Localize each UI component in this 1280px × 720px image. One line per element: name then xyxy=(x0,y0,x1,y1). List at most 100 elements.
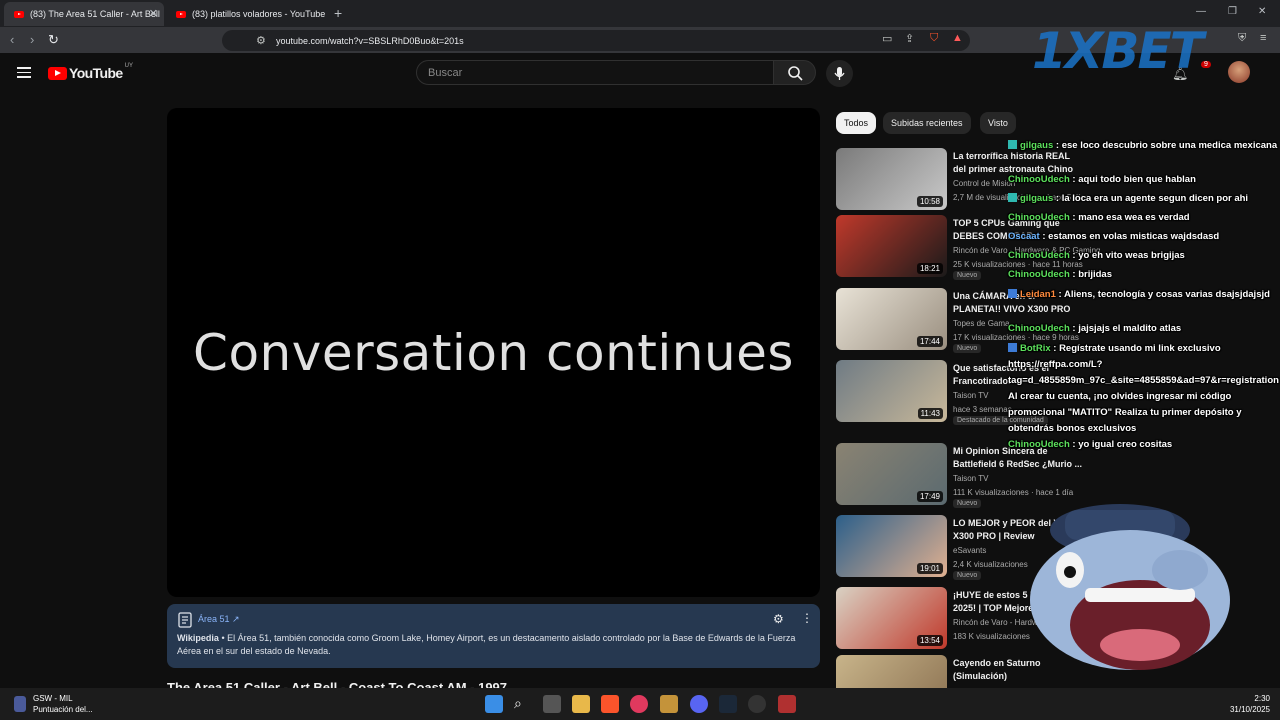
chat-message: Leidan1 : Aliens, tecnología y cosas var… xyxy=(1008,287,1270,303)
chat-text: : la loca era un agente segun dicen por … xyxy=(1053,193,1249,204)
search-input[interactable]: Buscar xyxy=(416,60,774,85)
video-thumbnail[interactable]: 13:54 xyxy=(836,587,947,649)
video-thumbnail[interactable]: 11:43 xyxy=(836,360,947,422)
chat-text: : estamos en volas misticas wajdsdasd xyxy=(1039,231,1220,242)
chat-message: ChinooUdech : jajsjajs el maldito atlas xyxy=(1008,321,1181,337)
tab-area-51-caller[interactable]: (83) The Area 51 Caller - Art Bell ✕ xyxy=(4,2,164,26)
vpn-icon[interactable]: ⛨ xyxy=(1238,32,1246,45)
brave-browser-icon[interactable] xyxy=(601,695,619,713)
taskbar-search-icon[interactable]: ⌕ xyxy=(514,695,522,712)
document-icon xyxy=(178,612,192,628)
system-clock[interactable]: 2:30 31/10/2025 xyxy=(1230,693,1270,715)
chat-message: ChinooUdech : yo eh vito weas brigijas xyxy=(1008,248,1185,264)
discord-icon[interactable] xyxy=(690,695,708,713)
tab-label: (83) platillos voladores - YouTube xyxy=(192,9,326,19)
chat-username[interactable]: gilgaus xyxy=(1020,140,1053,151)
cast-icon[interactable]: ▭ xyxy=(882,32,892,45)
steam-icon[interactable] xyxy=(719,695,737,713)
status-badge: Nuevo xyxy=(953,571,982,580)
chat-username[interactable]: ChinooUdech xyxy=(1008,250,1070,261)
channel-name[interactable]: Taison TV xyxy=(953,391,988,400)
close-window-icon[interactable]: ✕ xyxy=(1258,6,1266,17)
chat-text: : yo igual creo cositas xyxy=(1069,439,1173,450)
feedback-icon[interactable]: ⚙ xyxy=(773,612,784,626)
chat-badge-icon xyxy=(1008,193,1017,202)
file-explorer-icon[interactable] xyxy=(572,695,590,713)
settings-icon[interactable] xyxy=(748,695,766,713)
logo-wordmark: YouTube xyxy=(69,65,123,81)
youtube-favicon-icon xyxy=(176,10,186,18)
chat-text: : mano esa wea es verdad xyxy=(1069,212,1190,223)
brave-shield-icon[interactable]: ⛉ xyxy=(930,32,938,45)
chat-message: BotRix : Regístrate usando mi link exclu… xyxy=(1008,341,1279,437)
chat-badge-icon xyxy=(1008,343,1017,352)
site-info-icon[interactable]: ⚙ xyxy=(256,34,266,47)
channel-name[interactable]: Taison TV xyxy=(953,474,988,483)
search-button[interactable] xyxy=(773,60,816,85)
address-bar[interactable]: ⚙ youtube.com/watch?v=SBSLRhD0Buo&t=201s xyxy=(222,30,970,51)
tab-platillos-voladores[interactable]: (83) platillos voladores - YouTube xyxy=(166,2,326,26)
reload-icon[interactable]: ↻ xyxy=(48,32,59,48)
channel-name[interactable]: Control de Misión xyxy=(953,179,1015,188)
video-duration: 19:01 xyxy=(916,563,943,574)
chat-message: gilgaus : la loca era un agente segun di… xyxy=(1008,191,1248,207)
media-player-icon[interactable] xyxy=(630,695,648,713)
new-tab-button[interactable]: + xyxy=(334,5,342,21)
chat-username[interactable]: Leidan1 xyxy=(1020,289,1056,300)
avatar[interactable] xyxy=(1228,61,1250,83)
filter-chip-todos[interactable]: Todos xyxy=(836,112,877,134)
video-thumbnail[interactable]: 17:44 xyxy=(836,288,947,350)
more-options-icon[interactable]: ⋮ xyxy=(801,611,813,625)
share-icon[interactable]: ⇪ xyxy=(905,32,914,45)
youtube-logo[interactable]: YouTube UY xyxy=(48,63,133,81)
chat-message: Oscaat : estamos en volas misticas wajds… xyxy=(1008,229,1219,245)
chat-username[interactable]: ChinooUdech xyxy=(1008,212,1070,223)
chat-username[interactable]: ChinooUdech xyxy=(1008,323,1070,334)
video-duration: 13:54 xyxy=(916,635,943,646)
tab-label: (83) The Area 51 Caller - Art Bell xyxy=(30,9,160,19)
chat-username[interactable]: gilgaus xyxy=(1020,193,1053,204)
chat-username[interactable]: BotRix xyxy=(1020,343,1051,354)
chat-username[interactable]: ChinooUdech xyxy=(1008,174,1070,185)
video-player[interactable]: Conversation continues xyxy=(167,108,820,597)
filter-chip-visto[interactable]: Visto xyxy=(980,112,1016,134)
channel-name[interactable]: eSavants xyxy=(953,546,986,555)
info-panel-title[interactable]: Área 51 ↗ xyxy=(198,614,240,625)
minimize-icon[interactable]: — xyxy=(1196,6,1206,17)
clock-date: 31/10/2025 xyxy=(1229,705,1270,714)
status-badge: Nuevo xyxy=(953,344,982,353)
video-thumbnail[interactable]: 18:21 xyxy=(836,215,947,277)
country-code: UY xyxy=(124,63,133,69)
news-widget[interactable]: GSW - MIL Puntuación del... xyxy=(33,693,93,715)
windows-start-icon[interactable] xyxy=(485,695,503,713)
video-overlay-text: Conversation continues xyxy=(193,324,794,382)
chat-username[interactable]: ChinooUdech xyxy=(1008,269,1070,280)
restore-icon[interactable]: ❐ xyxy=(1228,6,1237,17)
task-view-icon[interactable] xyxy=(543,695,561,713)
status-badge: Nuevo xyxy=(953,499,982,508)
app-v-icon[interactable] xyxy=(778,695,796,713)
forward-icon[interactable]: › xyxy=(30,32,34,47)
app-a-icon[interactable] xyxy=(660,695,678,713)
video-thumbnail[interactable]: 10:58 xyxy=(836,148,947,210)
video-thumbnail[interactable]: 17:49 xyxy=(836,443,947,505)
chat-text: : yo eh vito weas brigijas xyxy=(1069,250,1185,261)
video-duration: 17:49 xyxy=(916,491,943,502)
menu-icon[interactable]: ≡ xyxy=(1260,32,1266,44)
brave-rewards-icon[interactable]: ▲ xyxy=(952,32,963,44)
close-icon[interactable]: ✕ xyxy=(149,7,158,20)
back-icon[interactable]: ‹ xyxy=(10,32,14,47)
chat-username[interactable]: ChinooUdech xyxy=(1008,439,1070,450)
sponsor-watermark: 1XBET xyxy=(1032,22,1204,80)
info-source: Wikipedia xyxy=(177,633,219,643)
filter-chip-subidas-recientes[interactable]: Subidas recientes xyxy=(883,112,971,134)
status-badge: Nuevo xyxy=(953,271,982,280)
voice-search-button[interactable] xyxy=(826,60,853,87)
hamburger-menu-icon[interactable] xyxy=(17,67,31,78)
video-duration: 18:21 xyxy=(916,263,943,274)
channel-name[interactable]: Topes de Gama xyxy=(953,319,1009,328)
chat-message: ChinooUdech : brijidas xyxy=(1008,267,1112,283)
chat-username[interactable]: Oscaat xyxy=(1008,231,1040,242)
video-thumbnail[interactable]: 19:01 xyxy=(836,515,947,577)
widget-icon[interactable] xyxy=(14,696,26,712)
